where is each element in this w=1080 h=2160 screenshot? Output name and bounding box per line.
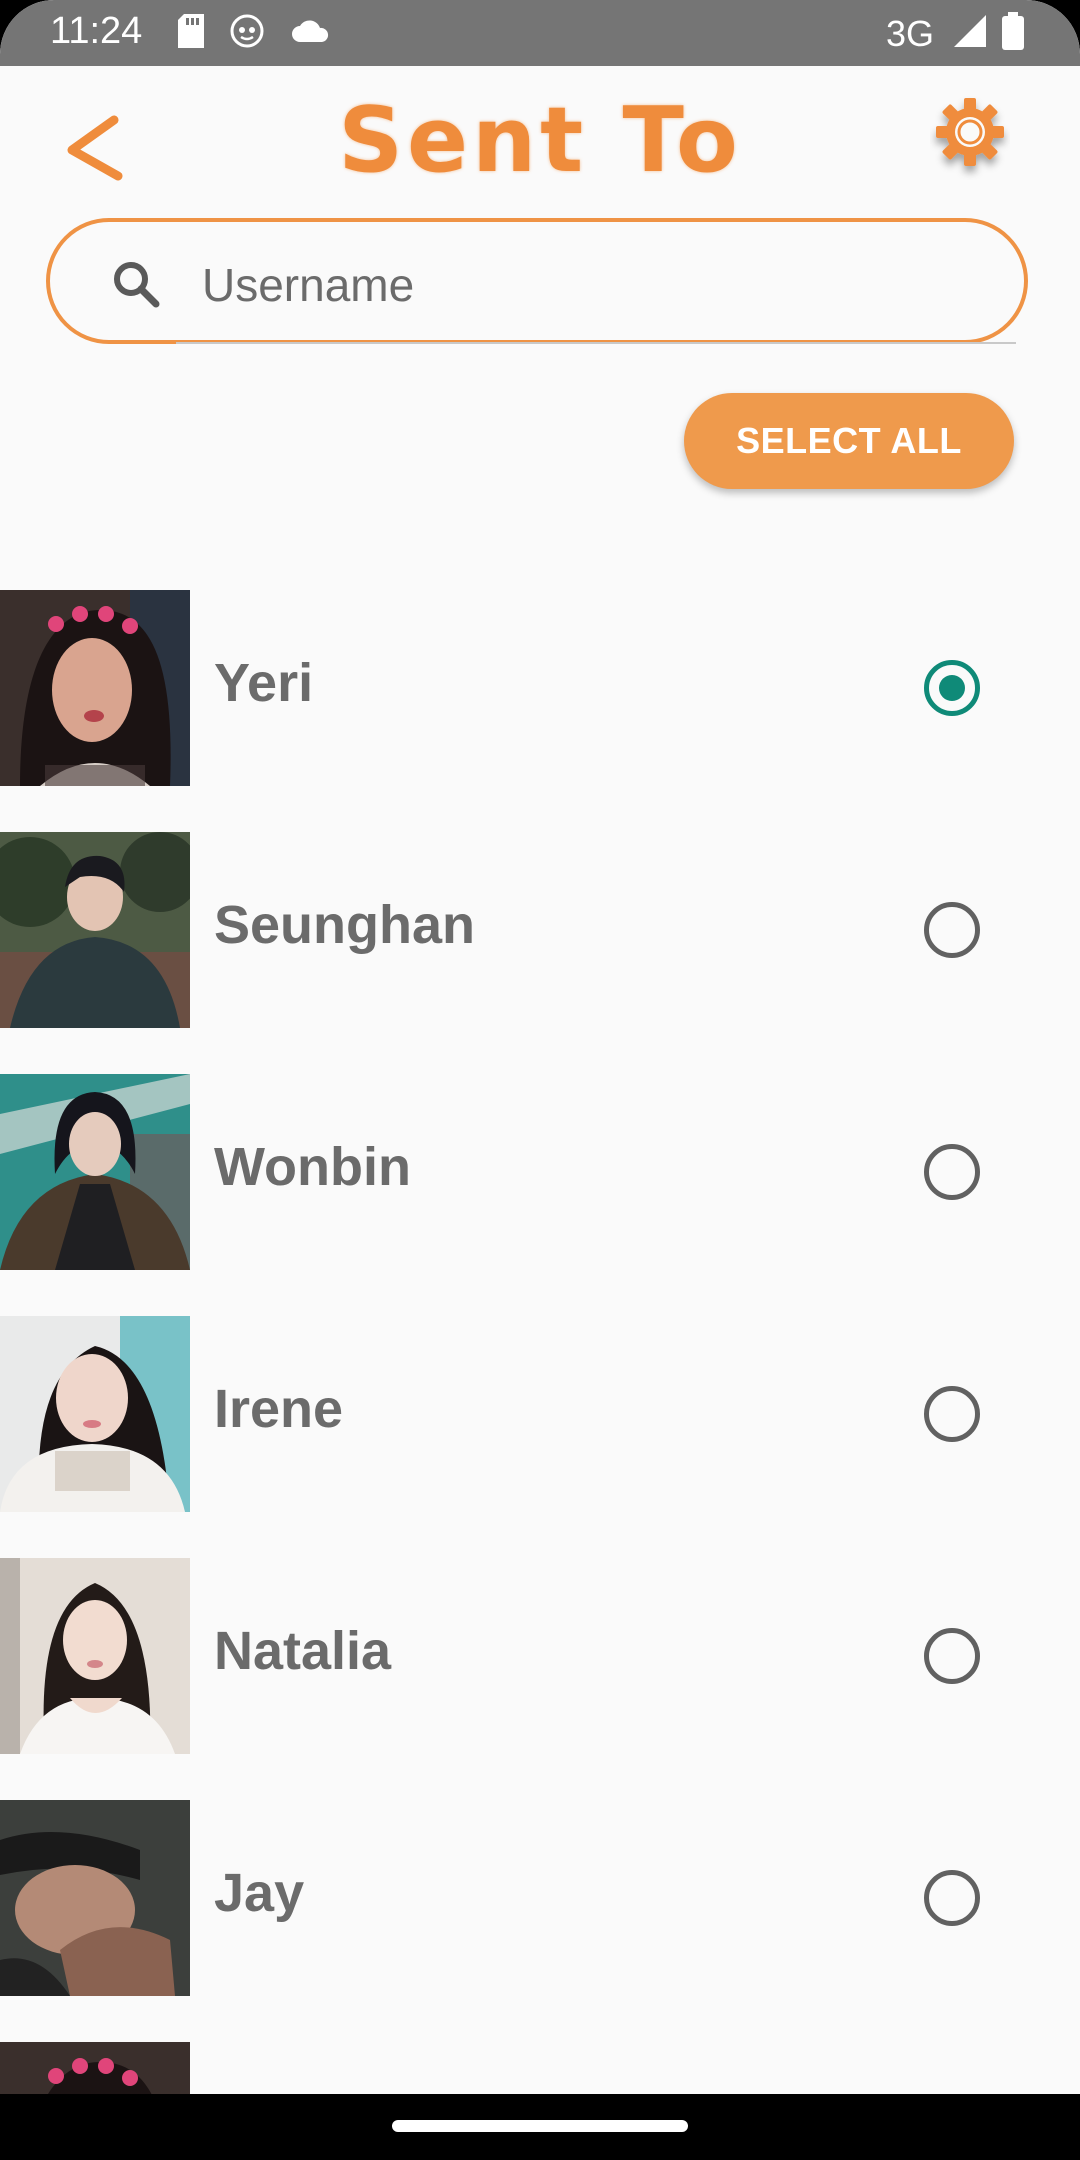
- cloud-icon: [290, 18, 330, 49]
- contact-name: Irene: [214, 1379, 344, 1439]
- radio-button[interactable]: [924, 1628, 980, 1684]
- contact-name: Natalia: [214, 1621, 392, 1681]
- status-time: 11:24: [50, 10, 143, 52]
- contact-name: Seunghan: [214, 895, 476, 955]
- contact-name: Jay: [214, 1863, 305, 1923]
- contact-name: Wonbin: [214, 1137, 411, 1197]
- gear-icon: [936, 98, 1004, 166]
- page-title: Sent To: [338, 88, 742, 193]
- settings-button[interactable]: [930, 92, 1010, 182]
- status-notification-icons: [178, 14, 330, 53]
- list-item[interactable]: Yeri: [0, 590, 1080, 786]
- avatar: [0, 1800, 190, 1996]
- search-field[interactable]: [46, 218, 1028, 344]
- status-system-icons: 3G: [886, 12, 1024, 55]
- avatar: [0, 832, 190, 1028]
- list-item[interactable]: Irene: [0, 1316, 1080, 1512]
- radio-button[interactable]: [924, 1386, 980, 1442]
- sd-card-icon: [178, 14, 204, 53]
- cat-icon: [230, 14, 264, 53]
- search-underline: [176, 342, 1016, 344]
- radio-button[interactable]: [924, 660, 980, 716]
- list-item[interactable]: Seunghan: [0, 832, 1080, 1028]
- avatar: [0, 590, 190, 786]
- list-item[interactable]: Wonbin: [0, 1074, 1080, 1270]
- search-icon: [114, 262, 160, 308]
- signal-icon: [952, 13, 988, 54]
- avatar: [0, 1074, 190, 1270]
- radio-button[interactable]: [924, 1870, 980, 1926]
- avatar: [0, 1316, 190, 1512]
- select-all-button[interactable]: SELECT ALL: [684, 393, 1014, 489]
- network-type: 3G: [885, 12, 934, 54]
- avatar: [0, 1558, 190, 1754]
- navigation-bar: [0, 2094, 1080, 2160]
- list-item[interactable]: Natalia: [0, 1558, 1080, 1754]
- phone-screen: 11:24 3G Sent To Username SELECT ALL Yer…: [0, 0, 1080, 2160]
- status-bar: 11:24 3G: [0, 0, 1080, 66]
- radio-button[interactable]: [924, 1144, 980, 1200]
- list-item[interactable]: Jay: [0, 1800, 1080, 1996]
- home-indicator[interactable]: [392, 2120, 688, 2132]
- contact-name: Yeri: [214, 653, 314, 713]
- battery-icon: [1002, 12, 1024, 55]
- search-input[interactable]: [200, 244, 964, 326]
- radio-button[interactable]: [924, 902, 980, 958]
